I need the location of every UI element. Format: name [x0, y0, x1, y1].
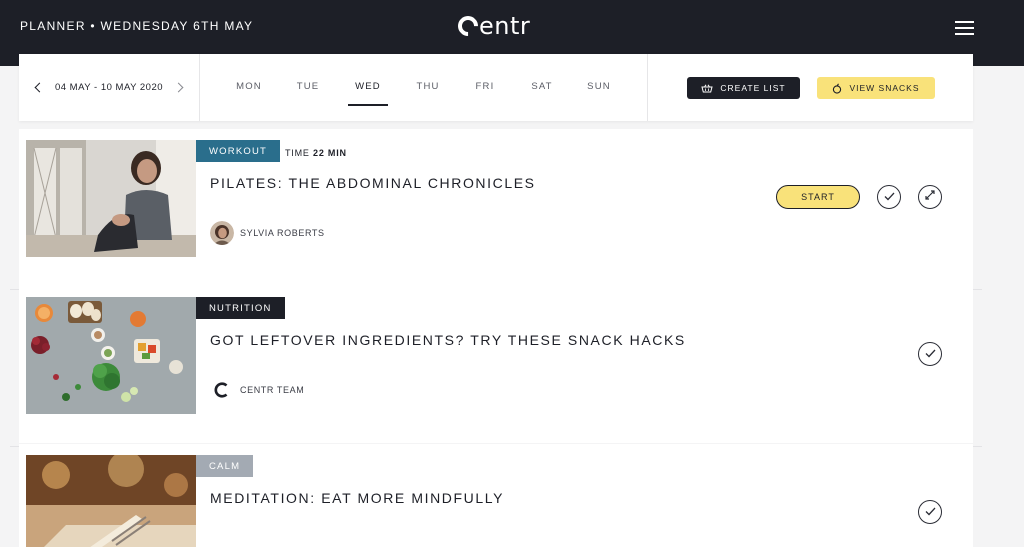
author-name: SYLVIA ROBERTS [240, 228, 325, 238]
complete-check-button[interactable] [877, 185, 901, 209]
create-list-button[interactable]: CREATE LIST [687, 77, 800, 99]
category-tag: CALM [196, 455, 254, 477]
workout-thumbnail-image [26, 140, 196, 257]
page-breadcrumb: PLANNER • WEDNESDAY 6TH MAY [20, 19, 254, 33]
tab-fri[interactable]: FRI [465, 81, 505, 92]
centr-team-avatar [210, 378, 234, 402]
planner-card-calm[interactable]: CALM MEDITATION: EAT MORE MINDFULLY [19, 444, 973, 547]
card-title[interactable]: MEDITATION: EAT MORE MINDFULLY [210, 490, 504, 506]
apple-icon [832, 82, 842, 94]
calm-thumbnail-image [26, 455, 196, 547]
create-list-label: CREATE LIST [720, 83, 786, 93]
nutrition-thumbnail-image [26, 297, 196, 414]
view-snacks-button[interactable]: VIEW SNACKS [817, 77, 935, 99]
complete-check-button[interactable] [918, 342, 942, 366]
author-name: CENTR TEAM [240, 385, 305, 395]
tab-sun[interactable]: SUN [579, 81, 619, 92]
avatar [210, 221, 234, 245]
checkmark-icon [925, 345, 936, 363]
author-info: CENTR TEAM [210, 378, 304, 402]
tab-thu[interactable]: THU [408, 81, 448, 92]
tab-wed[interactable]: WED [348, 81, 388, 106]
start-button[interactable]: START [776, 185, 860, 209]
category-tag: WORKOUT [196, 140, 281, 162]
centr-logo[interactable]: entr [453, 11, 531, 41]
basket-icon [701, 84, 714, 93]
time-info: TIME 22 MIN [285, 148, 347, 158]
view-snacks-label: VIEW SNACKS [849, 83, 920, 93]
card-title[interactable]: PILATES: THE ABDOMINAL CHRONICLES [210, 175, 536, 191]
chevron-left-icon[interactable] [34, 82, 45, 93]
hamburger-menu-icon[interactable] [955, 21, 974, 35]
logo-text: entr [479, 12, 531, 40]
day-tabs: MON TUE WED THU FRI SAT SUN [201, 54, 648, 121]
date-range-selector: 04 MAY - 10 MAY 2020 [19, 54, 200, 121]
category-tag: NUTRITION [196, 297, 285, 319]
time-value: 22 MIN [313, 148, 347, 158]
week-navigation: 04 MAY - 10 MAY 2020 MON TUE WED THU FRI… [19, 54, 973, 121]
tab-sat[interactable]: SAT [522, 81, 562, 92]
checkmark-icon [884, 188, 895, 206]
date-range-label: 04 MAY - 10 MAY 2020 [54, 82, 164, 93]
planner-card-nutrition[interactable]: NUTRITION GOT LEFTOVER INGREDIENTS? TRY … [19, 286, 973, 443]
checkmark-icon [925, 503, 936, 521]
time-label: TIME [285, 148, 310, 158]
tab-tue[interactable]: TUE [288, 81, 328, 92]
swap-workout-button[interactable] [918, 185, 942, 209]
tab-mon[interactable]: MON [229, 81, 269, 92]
card-title[interactable]: GOT LEFTOVER INGREDIENTS? TRY THESE SNAC… [210, 332, 686, 348]
author-info: SYLVIA ROBERTS [210, 221, 325, 245]
logo-mark-icon [453, 11, 483, 41]
chevron-right-icon[interactable] [173, 82, 184, 93]
planner-card-workout[interactable]: WORKOUT TIME 22 MIN PILATES: THE ABDOMIN… [19, 129, 973, 286]
swap-arrows-icon [924, 188, 936, 206]
complete-check-button[interactable] [918, 500, 942, 524]
